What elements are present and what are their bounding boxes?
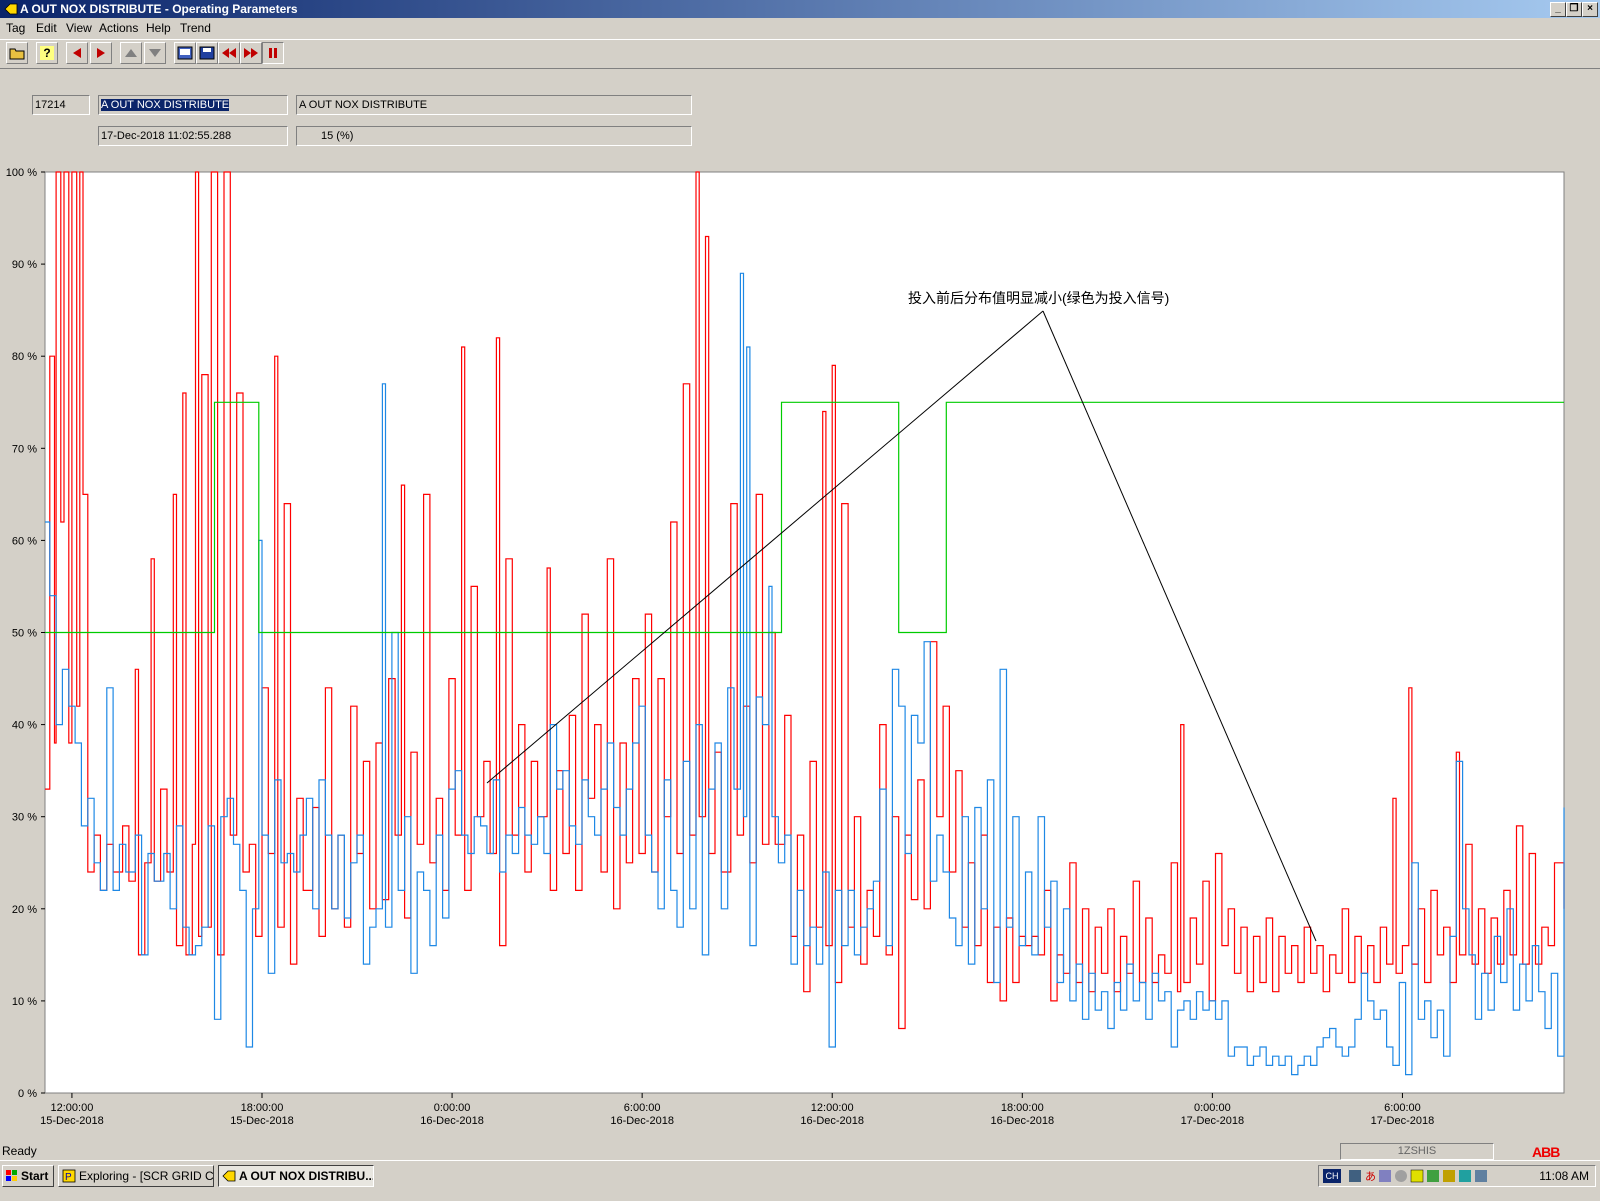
menu-edit[interactable]: Edit [36,18,57,38]
save-icon[interactable] [196,42,218,64]
antivirus-icon[interactable] [1427,1170,1439,1182]
y-tick-label: 30 % [12,812,37,824]
y-tick-label: 50 % [12,628,37,640]
y-tick-label: 20 % [12,904,37,916]
x-tick-time: 12:00:00 [51,1102,94,1114]
explorer-icon: P [62,1169,76,1183]
y-tick-label: 70 % [12,443,37,455]
y-tick-label: 10 % [12,996,37,1008]
svg-text:P: P [65,1172,72,1183]
x-tick-date: 16-Dec-2018 [990,1115,1054,1127]
tag-app-icon [4,3,18,15]
server-name: 1ZSHIS [1340,1143,1494,1160]
y-axis: 0 % 10 % 20 % 30 % 40 % 50 % 60 % 70 % 80 % 90 % 1… [6,167,45,1100]
x-tick-date: 15-Dec-2018 [40,1115,104,1127]
x-tick-date: 16-Dec-2018 [610,1115,674,1127]
x-tick-time: 0:00:00 [1194,1102,1231,1114]
x-tick-time: 0:00:00 [434,1102,471,1114]
x-axis: 12:00:0015-Dec-201818:00:0015-Dec-20180:… [40,1093,1434,1127]
ime-icon[interactable]: あ [1365,1170,1376,1183]
tag-number-field[interactable]: 17214 [32,95,90,115]
print-preview-icon[interactable] [174,42,196,64]
arrow-left-icon[interactable] [66,42,88,64]
minimize-button[interactable]: _ [1550,2,1566,17]
y-tick-label: 60 % [12,535,37,547]
menu-help[interactable]: Help [146,18,171,38]
current-value-field[interactable]: 15 (%) [296,126,692,146]
display-icon[interactable] [1475,1170,1487,1182]
start-button[interactable]: Start [2,1165,54,1187]
task-exploring-label: Exploring - [SCR GRID C... [79,1169,214,1183]
y-tick-label: 80 % [12,351,37,363]
title-bar: A OUT NOX DISTRIBUTE - Operating Paramet… [0,0,1600,18]
taskbar: Start P Exploring - [SCR GRID C... A OUT… [0,1160,1600,1201]
abb-logo: ABB [1532,1144,1560,1160]
menu-actions[interactable]: Actions [99,18,138,38]
tag-info-panel: 17214 A OUT NOX DISTRIBUTE A OUT NOX DIS… [0,68,1600,168]
driver-icon[interactable] [1443,1170,1455,1182]
x-tick-date: 16-Dec-2018 [420,1115,484,1127]
arrow-right-icon[interactable] [90,42,112,64]
task-nox-label: A OUT NOX DISTRIBU... [239,1169,374,1183]
y-tick-label: 90 % [12,259,37,271]
pager-icon[interactable] [1410,1169,1424,1183]
disk-icon[interactable] [1395,1170,1407,1182]
network-icon[interactable] [1349,1170,1361,1182]
task-nox-distribute[interactable]: A OUT NOX DISTRIBU... [218,1165,374,1187]
tag-app-icon [222,1170,236,1182]
tag-description-field[interactable]: A OUT NOX DISTRIBUTE [296,95,692,115]
task-exploring[interactable]: P Exploring - [SCR GRID C... [58,1165,214,1187]
arrow-up-icon[interactable] [120,42,142,64]
status-text: Ready [2,1144,37,1158]
x-tick-date: 17-Dec-2018 [1371,1115,1435,1127]
y-tick-label: 0 % [18,1088,37,1100]
monitor-icon[interactable] [1379,1170,1391,1182]
menu-bar: Tag Edit View Actions Help Trend [0,18,1600,38]
arrow-down-icon[interactable] [144,42,166,64]
language-indicator[interactable]: CH [1323,1169,1341,1183]
close-button[interactable]: × [1582,2,1598,17]
open-folder-icon[interactable] [6,42,28,64]
tag-name-field[interactable]: A OUT NOX DISTRIBUTE [98,95,288,115]
annotation-text: 投入前后分布值明显减小(绿色为投入信号) [908,290,1169,306]
tag-name-text: A OUT NOX DISTRIBUTE [101,99,230,111]
x-tick-date: 16-Dec-2018 [800,1115,864,1127]
system-tray: CH あ 11:08 AM [1318,1165,1596,1187]
pause-icon[interactable] [262,42,284,64]
menu-tag[interactable]: Tag [6,18,25,38]
y-tick-label: 40 % [12,720,37,732]
sync-icon[interactable] [1459,1170,1471,1182]
trend-chart: 0 % 10 % 20 % 30 % 40 % 50 % 60 % 70 % 80 % 90 % 1… [6,167,1565,1127]
window-title: A OUT NOX DISTRIBUTE - Operating Paramet… [20,2,298,16]
menu-view[interactable]: View [66,18,92,38]
tray-icons: あ [1349,1169,1487,1183]
rewind-icon[interactable] [218,42,240,64]
tray-clock: 11:08 AM [1539,1169,1589,1183]
trend-chart-area: 0 % 10 % 20 % 30 % 40 % 50 % 60 % 70 % 80 % 90 % 1… [0,167,1600,1140]
restore-button[interactable]: ❐ [1566,2,1582,17]
x-tick-time: 6:00:00 [624,1102,661,1114]
x-tick-time: 18:00:00 [241,1102,284,1114]
menu-trend[interactable]: Trend [180,18,211,38]
y-tick-label: 100 % [6,168,37,179]
timestamp-field[interactable]: 17-Dec-2018 11:02:55.288 [98,126,288,146]
windows-logo-icon [6,1170,17,1181]
x-tick-time: 6:00:00 [1384,1102,1421,1114]
x-tick-date: 15-Dec-2018 [230,1115,294,1127]
start-label: Start [21,1169,49,1183]
status-bar: Ready 1ZSHIS ABB [0,1142,1600,1160]
fast-forward-icon[interactable] [240,42,262,64]
x-tick-time: 18:00:00 [1001,1102,1044,1114]
x-tick-time: 12:00:00 [811,1102,854,1114]
toolbar: ? [0,39,1600,69]
x-tick-date: 17-Dec-2018 [1181,1115,1245,1127]
help-icon[interactable]: ? [36,42,58,64]
